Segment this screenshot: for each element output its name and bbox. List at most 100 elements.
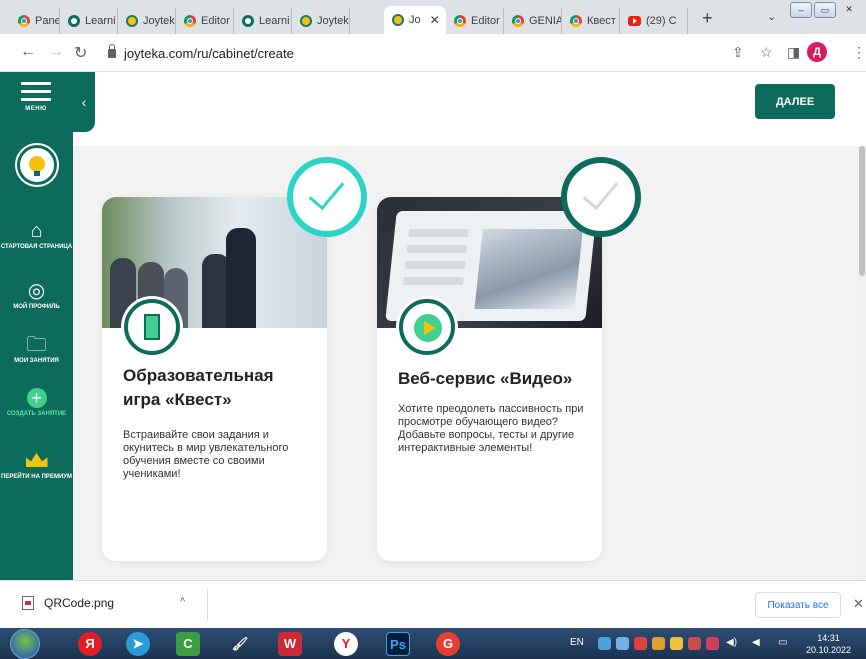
video-play-icon	[399, 299, 455, 355]
side-panel-icon[interactable]: ◨	[787, 44, 800, 61]
chrome-icon	[184, 15, 196, 27]
browser-tab[interactable]: Editor	[446, 8, 504, 34]
wps-writer-icon[interactable]: W	[278, 632, 302, 656]
tray-app-icon[interactable]	[670, 637, 683, 650]
browser-tab[interactable]: GENIA	[504, 8, 562, 34]
sidebar: МЕНЮ ⌂ СТАРТОВАЯ СТРАНИЦА ◎ МОЙ ПРОФИЛЬ …	[0, 72, 73, 580]
network-icon[interactable]: ▭	[778, 637, 787, 648]
paint-icon[interactable]: 🖌	[228, 632, 252, 656]
browser-tab[interactable]: Квест	[562, 8, 620, 34]
window-controls: – ▭ ✕	[790, 2, 860, 18]
card-description: Встраивайте свои задания и окунитесь в м…	[123, 429, 289, 480]
chevron-up-icon[interactable]: ^	[180, 596, 185, 608]
bulb-icon	[29, 156, 45, 172]
chrome-icon	[512, 15, 524, 27]
more-menu-icon[interactable]: ⋮	[852, 44, 866, 61]
forward-icon[interactable]: →	[48, 43, 64, 61]
browser-tab[interactable]: Editor	[176, 8, 234, 34]
page-content: МЕНЮ ⌂ СТАРТОВАЯ СТРАНИЦА ◎ МОЙ ПРОФИЛЬ …	[0, 72, 866, 580]
tray-app-icon[interactable]	[616, 637, 629, 650]
sidebar-item-my-lessons[interactable]: 🗀 МОИ ЗАНЯТИЯ	[0, 334, 73, 365]
sidebar-item-premium[interactable]: ПЕРЕЙТИ НА ПРЕМИУМ	[0, 450, 73, 481]
language-indicator[interactable]: EN	[570, 637, 584, 648]
logo[interactable]	[15, 143, 59, 187]
profile-avatar[interactable]: Д	[807, 42, 827, 62]
joyteka-bulb-icon	[300, 15, 312, 27]
volume-icon[interactable]: ◀)	[726, 637, 737, 648]
close-icon[interactable]: ✕	[853, 596, 864, 612]
restore-icon[interactable]: ▭	[814, 2, 836, 18]
youtube-icon	[628, 16, 641, 26]
sidebar-item-create[interactable]: + СОЗДАТЬ ЗАНЯТИЕ	[0, 387, 73, 418]
chrome-icon	[570, 15, 582, 27]
next-button[interactable]: ДАЛЕЕ	[755, 84, 835, 119]
url-text: joyteka.com/ru/cabinet/create	[124, 46, 294, 61]
activity-card-quest[interactable]: Образовательная игра «Квест» Встраивайте…	[102, 197, 327, 561]
sidebar-item-profile[interactable]: ◎ МОЙ ПРОФИЛЬ	[0, 280, 73, 311]
page-header	[0, 72, 866, 146]
browser-tab[interactable]: Joytek	[118, 8, 176, 34]
back-icon[interactable]: ←	[20, 43, 36, 61]
quest-door-icon	[124, 299, 180, 355]
card-title: Образовательная игра «Квест»	[123, 366, 274, 409]
camtasia-icon[interactable]: C	[176, 632, 200, 656]
unselected-check-icon[interactable]	[561, 157, 641, 237]
minimize-icon[interactable]: –	[790, 2, 812, 18]
chrome-taskbar-icon[interactable]: G	[436, 632, 460, 656]
yandex-icon[interactable]: Y	[334, 632, 358, 656]
profile-icon: ◎	[27, 280, 46, 302]
selected-check-icon[interactable]	[287, 157, 367, 237]
browser-tab[interactable]: Panel	[10, 8, 60, 34]
tray-app-icon[interactable]	[634, 637, 647, 650]
tray-app-icon[interactable]	[706, 637, 719, 650]
scrollbar[interactable]	[858, 146, 866, 580]
chrome-icon	[454, 15, 466, 27]
taskbar: Я ➤ C 🖌 W Y Ps G EN ◀) ◀ ▭ 14:31 20.10.2…	[0, 628, 866, 659]
yandex-browser-icon[interactable]: Я	[78, 632, 102, 656]
joyteka-bulb-icon	[126, 15, 138, 27]
telegram-icon[interactable]: ➤	[126, 632, 150, 656]
browser-tab[interactable]: Learni	[60, 8, 118, 34]
start-button[interactable]	[10, 629, 40, 659]
chrome-icon	[18, 15, 30, 27]
home-icon: ⌂	[30, 220, 43, 242]
new-tab-button[interactable]: +	[702, 8, 713, 29]
activity-card-video[interactable]: Веб-сервис «Видео» Хотите преодолеть пас…	[377, 197, 602, 561]
reload-icon[interactable]: ↻	[74, 43, 87, 63]
joyteka-icon	[68, 15, 80, 27]
show-all-button[interactable]: Показать все	[755, 592, 841, 618]
speaker-icon[interactable]: ◀	[752, 637, 760, 648]
sidebar-item-home[interactable]: ⌂ СТАРТОВАЯ СТРАНИЦА	[0, 220, 73, 251]
card-description: Хотите преодолеть пассивность при просмо…	[398, 403, 584, 454]
menu-label: МЕНЮ	[25, 106, 47, 112]
photoshop-icon[interactable]: Ps	[386, 632, 410, 656]
close-window-icon[interactable]: ✕	[838, 2, 860, 18]
tray-app-icon[interactable]	[598, 637, 611, 650]
address-bar[interactable]: joyteka.com/ru/cabinet/create	[108, 44, 294, 61]
download-file-name: QRCode.png	[44, 596, 115, 610]
collapse-sidebar-button[interactable]: ‹	[73, 72, 95, 132]
tray-app-icon[interactable]	[688, 637, 701, 650]
lock-icon	[108, 44, 116, 58]
folder-icon: 🗀	[26, 334, 47, 356]
menu-button[interactable]: МЕНЮ	[14, 82, 58, 112]
share-icon[interactable]: ⇪	[732, 44, 744, 61]
image-file-icon	[22, 596, 34, 610]
card-title: Веб-сервис «Видео»	[398, 369, 573, 388]
download-item[interactable]: QRCode.png	[22, 596, 114, 610]
close-tab-icon[interactable]: ✕	[430, 13, 440, 27]
browser-tab[interactable]: Learni	[234, 8, 292, 34]
tray-app-icon[interactable]	[652, 637, 665, 650]
browser-tab-active[interactable]: Jo ✕	[384, 6, 446, 34]
bookmark-star-icon[interactable]: ☆	[760, 44, 773, 61]
tab-search-chevron-icon[interactable]: ⌄	[767, 10, 776, 23]
chevron-left-icon: ‹	[81, 94, 87, 110]
browser-tab[interactable]: (29) C	[620, 8, 688, 34]
joyteka-bulb-icon	[392, 14, 404, 26]
joyteka-icon	[242, 15, 254, 27]
browser-tab[interactable]: Joytek	[292, 8, 350, 34]
clock[interactable]: 14:31 20.10.2022	[806, 632, 851, 656]
browser-toolbar: ← → ↻ joyteka.com/ru/cabinet/create ⇪ ☆ …	[0, 34, 866, 72]
downloads-bar: QRCode.png ^ Показать все ✕	[0, 580, 866, 628]
plus-icon: +	[26, 388, 47, 408]
